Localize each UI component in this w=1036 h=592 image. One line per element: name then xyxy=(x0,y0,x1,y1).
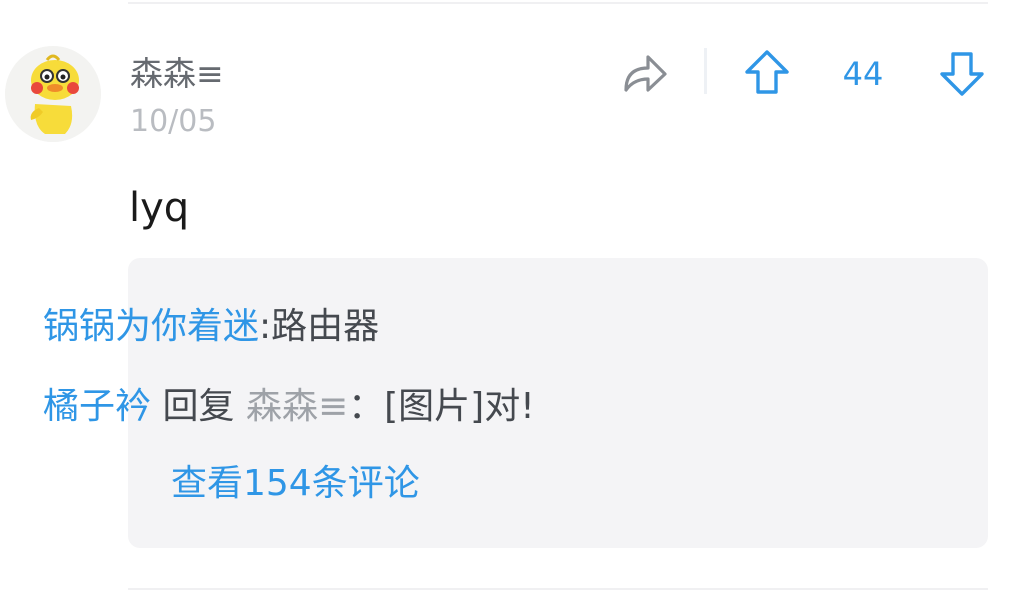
user-avatar[interactable] xyxy=(5,46,101,142)
top-divider xyxy=(128,2,988,4)
username[interactable]: 森森≡ xyxy=(130,54,224,94)
arrow-down-icon xyxy=(940,52,984,96)
reply-word: 回复 xyxy=(162,386,235,427)
reply-separator: ： xyxy=(348,386,385,427)
reply-item[interactable]: 锅锅为你着迷:路由器 xyxy=(43,303,379,351)
bottom-divider xyxy=(128,588,988,590)
comment-date: 10/05 xyxy=(130,104,217,139)
downvote-button[interactable] xyxy=(938,48,986,98)
duck-avatar-icon xyxy=(5,46,101,142)
reply-separator: : xyxy=(259,306,272,347)
reply-text: [图片]对! xyxy=(384,386,535,427)
comment-content: lyq xyxy=(129,185,190,231)
share-button[interactable] xyxy=(620,50,670,96)
reply-text: 路由器 xyxy=(271,306,380,347)
share-arrow-icon xyxy=(624,55,667,92)
reply-author[interactable]: 橘子衿 xyxy=(43,386,151,427)
upvote-button[interactable] xyxy=(743,48,791,98)
comment-card: 森森≡ 10/05 44 lyq 锅锅为你着迷:路由器 橘子衿 回复 森森≡：[… xyxy=(0,0,1036,592)
view-all-comments-link[interactable]: 查看154条评论 xyxy=(171,460,420,508)
arrow-up-icon xyxy=(745,50,789,94)
reply-target-user[interactable]: 森森≡ xyxy=(246,386,348,427)
reply-item[interactable]: 橘子衿 回复 森森≡：[图片]对! xyxy=(43,383,535,431)
reply-author[interactable]: 锅锅为你着迷 xyxy=(43,306,259,347)
vote-count: 44 xyxy=(842,55,884,93)
vote-separator xyxy=(704,48,707,94)
